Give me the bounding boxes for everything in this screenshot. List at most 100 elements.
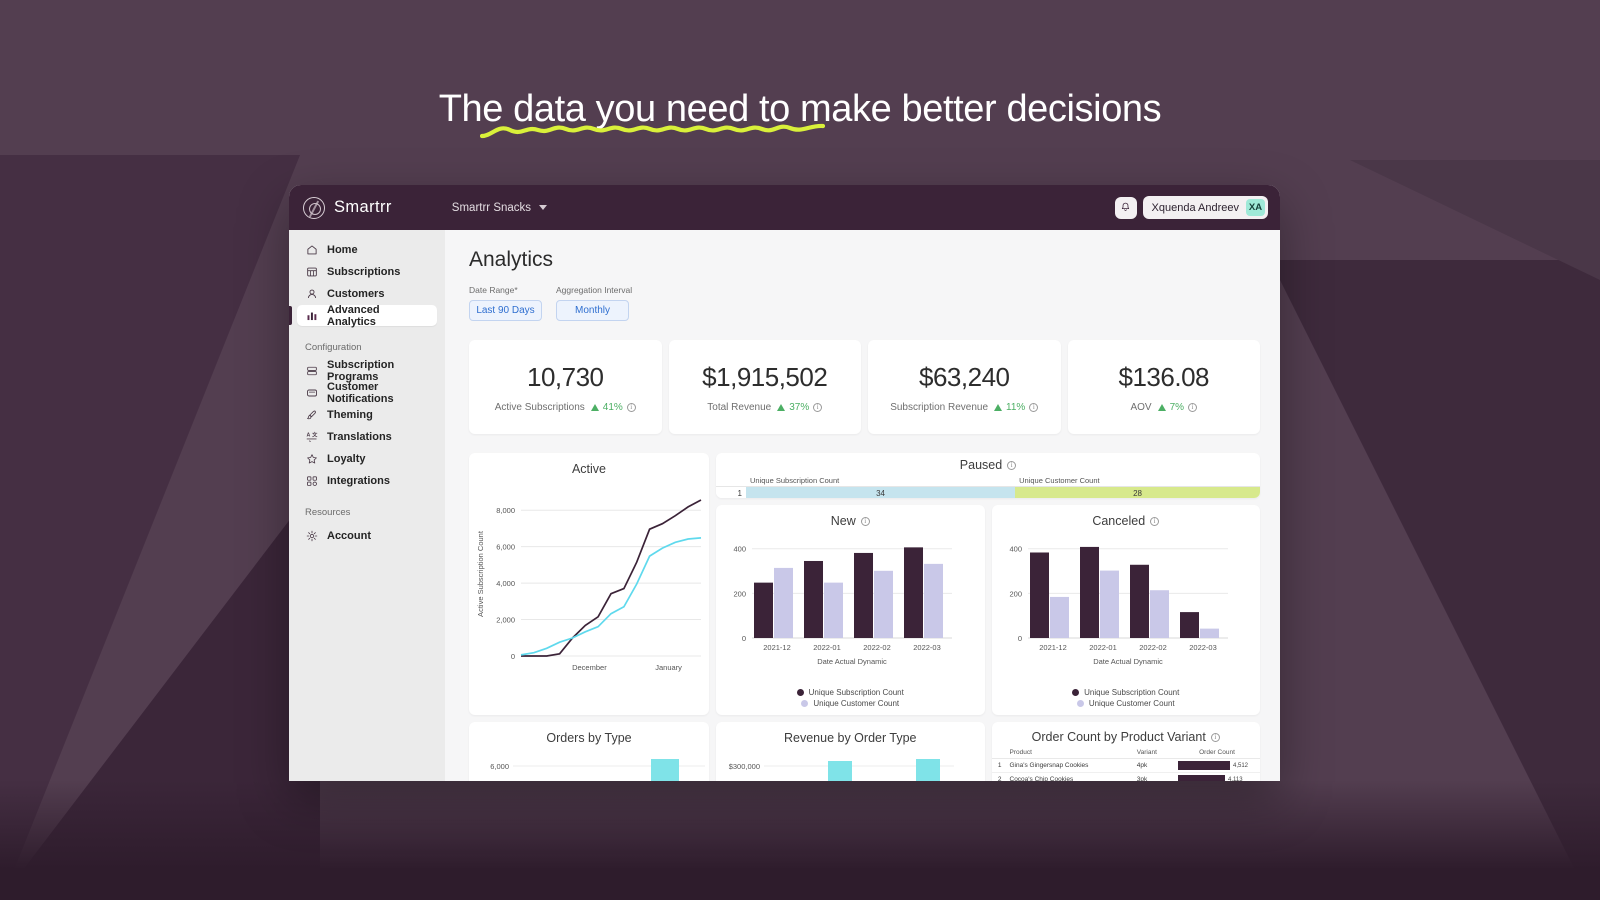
- kpi-subtext: Subscription Revenue 11% i: [890, 401, 1039, 413]
- filter-aggregation-label: Aggregation Interval: [556, 285, 633, 295]
- kpi-subtext: Total Revenue 37% i: [707, 402, 823, 413]
- sidebar-item-label: Subscription Programs: [327, 358, 395, 383]
- canceled-bar-chart: 0 200 400 2021-12 2022-01 2022-02 2022-03 Date …: [1009, 545, 1228, 666]
- svg-text:$300,000: $300,000: [729, 762, 760, 771]
- sidebar-item-label: Theming: [327, 408, 373, 421]
- kpi-delta: 11%: [1006, 401, 1026, 413]
- new-bar-chart: 0 200 400 2021-12 2022-01 2022-02 2022-03 Date …: [733, 545, 952, 666]
- info-icon[interactable]: i: [860, 516, 870, 526]
- sidebar-item-home[interactable]: Home: [297, 239, 437, 260]
- new-title-text: New: [830, 514, 856, 528]
- legend-item: Unique Customer Count: [801, 699, 899, 708]
- bar-chart-icon: [305, 309, 318, 322]
- banner: The data you need to make better decisio…: [0, 88, 1600, 139]
- paused-table: Unique Subscription Count Unique Custome…: [716, 475, 1260, 498]
- legend-swatch-dark-icon: [1072, 689, 1080, 696]
- sidebar-item-label: Account: [327, 529, 371, 542]
- sidebar-item-account[interactable]: Account: [297, 525, 437, 546]
- squiggle-underline-icon: [480, 123, 825, 139]
- info-icon[interactable]: i: [813, 402, 823, 412]
- svg-text:2022-03: 2022-03: [1189, 643, 1217, 652]
- info-icon[interactable]: i: [1188, 402, 1198, 412]
- sidebar-item-loyalty[interactable]: Loyalty: [297, 448, 437, 469]
- filter-date-range-label: Date Range*: [469, 285, 518, 295]
- chart-card-active: Active 0 2,000 4,000 6,000 8,000 December Janu…: [469, 453, 709, 715]
- chart-card-orders-by-type: Orders by Type 6,000: [469, 722, 709, 781]
- notifications-button[interactable]: [1114, 196, 1137, 219]
- svg-text:January: January: [655, 663, 682, 672]
- star-icon: [305, 452, 318, 465]
- sidebar-item-label: Advanced Analytics: [327, 303, 380, 328]
- sidebar-item-subscriptions[interactable]: Subscriptions: [297, 261, 437, 282]
- charts-column-right: Paused i Unique Subscription Count Uniqu…: [716, 453, 1260, 781]
- date-range-button[interactable]: Last 90 Days: [469, 300, 542, 321]
- kpi-subtext: AOV 7% i: [1130, 402, 1198, 413]
- sidebar-section-configuration: Configuration: [305, 342, 362, 353]
- column-header-variant: Variant: [1132, 747, 1174, 759]
- sidebar-item-customers[interactable]: Customers: [297, 283, 437, 304]
- sidebar-section-resources: Resources: [305, 507, 351, 518]
- cell-variant: 4pk: [1132, 758, 1174, 773]
- row-index-header: [991, 747, 1006, 759]
- background-shape-right-upper: [1350, 160, 1600, 280]
- svg-text:2022-01: 2022-01: [1089, 643, 1117, 652]
- sidebar-item-translations[interactable]: A文 Translations: [297, 426, 437, 447]
- legend-swatch-light-icon: [1076, 700, 1084, 707]
- chart-legend: Unique Subscription Count Unique Custome…: [992, 688, 1261, 708]
- bottom-cards-row: Revenue by Order Type $300,000 Order Cou…: [716, 722, 1260, 781]
- canceled-title-text: Canceled: [1092, 514, 1146, 528]
- kpi-card-subscription-revenue: $63,240 Subscription Revenue 11% i: [868, 340, 1061, 434]
- kpi-value: $136.08: [1118, 361, 1210, 392]
- sidebar-item-integrations[interactable]: Integrations: [297, 470, 437, 491]
- info-icon[interactable]: i: [1007, 460, 1017, 470]
- order-count-bar: [1178, 775, 1225, 781]
- grid-icon: [305, 474, 318, 487]
- arrow-up-icon: [777, 403, 786, 411]
- envelope-icon: [305, 386, 318, 399]
- store-selector[interactable]: Smartrr Snacks: [452, 202, 548, 214]
- arrow-up-icon: [994, 403, 1003, 411]
- chart-title: Paused i: [716, 453, 1260, 475]
- sidebar-item-subscription-programs[interactable]: Subscription Programs: [297, 358, 437, 383]
- chart-card-revenue-by-order-type: Revenue by Order Type $300,000: [716, 722, 985, 781]
- arrow-up-icon: [1157, 403, 1166, 411]
- info-icon[interactable]: i: [1210, 732, 1220, 742]
- table-icon: [305, 265, 318, 278]
- sidebar-item-advanced-analytics[interactable]: Advanced Analytics: [289, 303, 437, 328]
- cell-subscription-count: 34: [746, 486, 1016, 498]
- variant-title-text: Order Count by Product Variant: [1031, 730, 1206, 744]
- svg-text:0: 0: [511, 652, 515, 661]
- orders-by-type-chart: 6,000: [490, 759, 705, 781]
- cell-variant: 3pk: [1132, 772, 1174, 781]
- aggregation-interval-button[interactable]: Monthly: [556, 300, 629, 321]
- chart-title: Canceled i: [992, 505, 1261, 530]
- info-icon[interactable]: i: [1150, 516, 1160, 526]
- svg-text:0: 0: [742, 634, 746, 643]
- kpi-delta: 41%: [602, 401, 623, 413]
- brand[interactable]: Smartrr: [303, 196, 392, 219]
- svg-text:2021-12: 2021-12: [1039, 643, 1067, 652]
- table-row: 2 Cocoa's Chip Cookies 3pk 4,113: [991, 772, 1260, 781]
- topbar-actions: Xquenda Andreev XA: [1114, 196, 1268, 219]
- svg-text:4,000: 4,000: [496, 579, 515, 588]
- chart-title: New i: [716, 505, 985, 530]
- info-icon[interactable]: i: [1029, 402, 1039, 412]
- paused-title-text: Paused: [959, 458, 1003, 472]
- sidebar-item-label: Customers: [327, 287, 385, 300]
- row-index: 2: [991, 772, 1006, 781]
- charts-column-left: Active 0 2,000 4,000 6,000 8,000 December Janu…: [469, 453, 709, 781]
- kpi-card-aov: $136.08 AOV 7% i: [1067, 340, 1260, 434]
- user-menu[interactable]: Xquenda Andreev XA: [1142, 196, 1268, 219]
- column-header-subscription-count: Unique Subscription Count: [746, 475, 1016, 487]
- legend-item: Unique Subscription Count: [1072, 688, 1179, 697]
- user-name: Xquenda Andreev: [1151, 201, 1239, 214]
- cell-order-count: 4,113: [1174, 772, 1260, 781]
- info-icon[interactable]: i: [626, 402, 636, 412]
- legend-label: Unique Subscription Count: [808, 688, 904, 697]
- svg-text:8,000: 8,000: [496, 506, 515, 515]
- sidebar-item-theming[interactable]: Theming: [297, 404, 437, 425]
- sidebar-item-label: Loyalty: [327, 452, 366, 465]
- chart-title: Orders by Type: [546, 731, 632, 745]
- sidebar-item-customer-notifications[interactable]: Customer Notifications: [297, 381, 437, 405]
- bell-icon: [1121, 202, 1130, 211]
